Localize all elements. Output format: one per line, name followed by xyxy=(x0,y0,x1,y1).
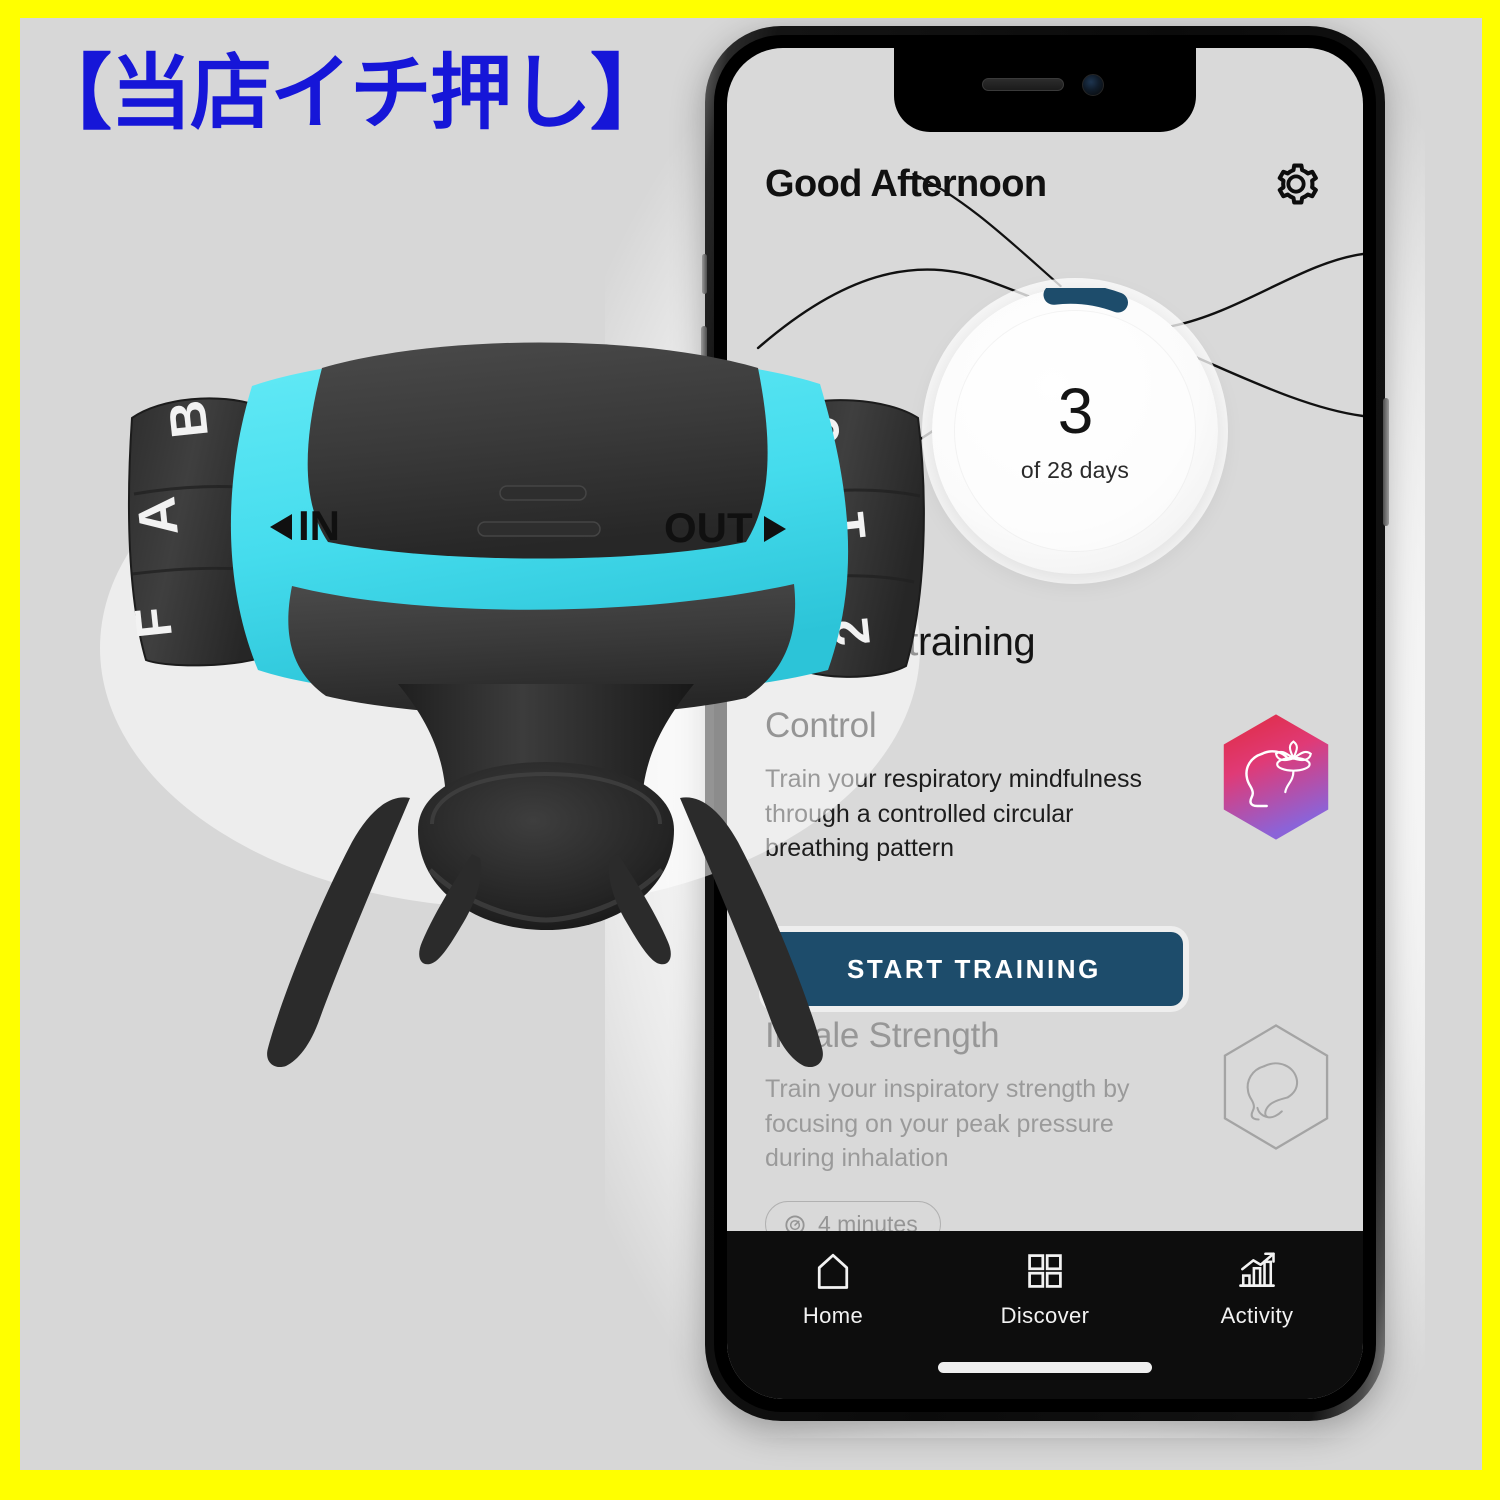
breathing-trainer-device: B A F 6 1 2 IN OUT xyxy=(100,342,925,1068)
outlet-label: OUT xyxy=(664,504,753,551)
tab-label: Discover xyxy=(1000,1303,1090,1328)
dial-mark-b: B xyxy=(158,397,220,440)
chart-up-icon xyxy=(1239,1252,1275,1288)
tab-discover[interactable]: Discover xyxy=(940,1249,1150,1329)
inlet-label: IN xyxy=(298,502,340,549)
gear-icon[interactable] xyxy=(1269,157,1323,211)
dial-mark-f: F xyxy=(124,604,183,640)
head-lotus-hexagon-icon xyxy=(1223,714,1329,840)
tab-activity[interactable]: Activity xyxy=(1152,1249,1362,1329)
vent-slot-bottom xyxy=(477,521,601,537)
tab-home[interactable]: Home xyxy=(728,1249,938,1329)
bottom-tab-bar: Home Discover Activity xyxy=(727,1231,1363,1399)
progress-day-total: of 28 days xyxy=(1020,456,1130,483)
front-camera xyxy=(1082,74,1104,96)
greeting-title: Good Afternoon xyxy=(765,162,1047,205)
silent-switch[interactable] xyxy=(702,254,707,294)
product-image-canvas: 【当店イチ押し】 Good Afternoon 3 of 28 days tra… xyxy=(20,18,1482,1470)
progress-day-count: 3 xyxy=(1057,374,1094,447)
earpiece-speaker xyxy=(982,78,1064,91)
power-button[interactable] xyxy=(1383,398,1389,526)
tab-label: Activity xyxy=(1220,1303,1294,1328)
app-header: Good Afternoon xyxy=(727,144,1363,224)
promo-banner-text: 【当店イチ押し】 xyxy=(30,46,672,141)
home-indicator[interactable] xyxy=(938,1362,1152,1373)
head-breath-hexagon-icon xyxy=(1223,1024,1329,1150)
phone-notch xyxy=(894,48,1196,132)
grid-icon xyxy=(1028,1254,1062,1288)
vent-slot-top xyxy=(499,485,587,501)
home-icon xyxy=(817,1253,849,1289)
dial-mark-a: A xyxy=(126,494,190,539)
tab-label: Home xyxy=(802,1303,864,1328)
